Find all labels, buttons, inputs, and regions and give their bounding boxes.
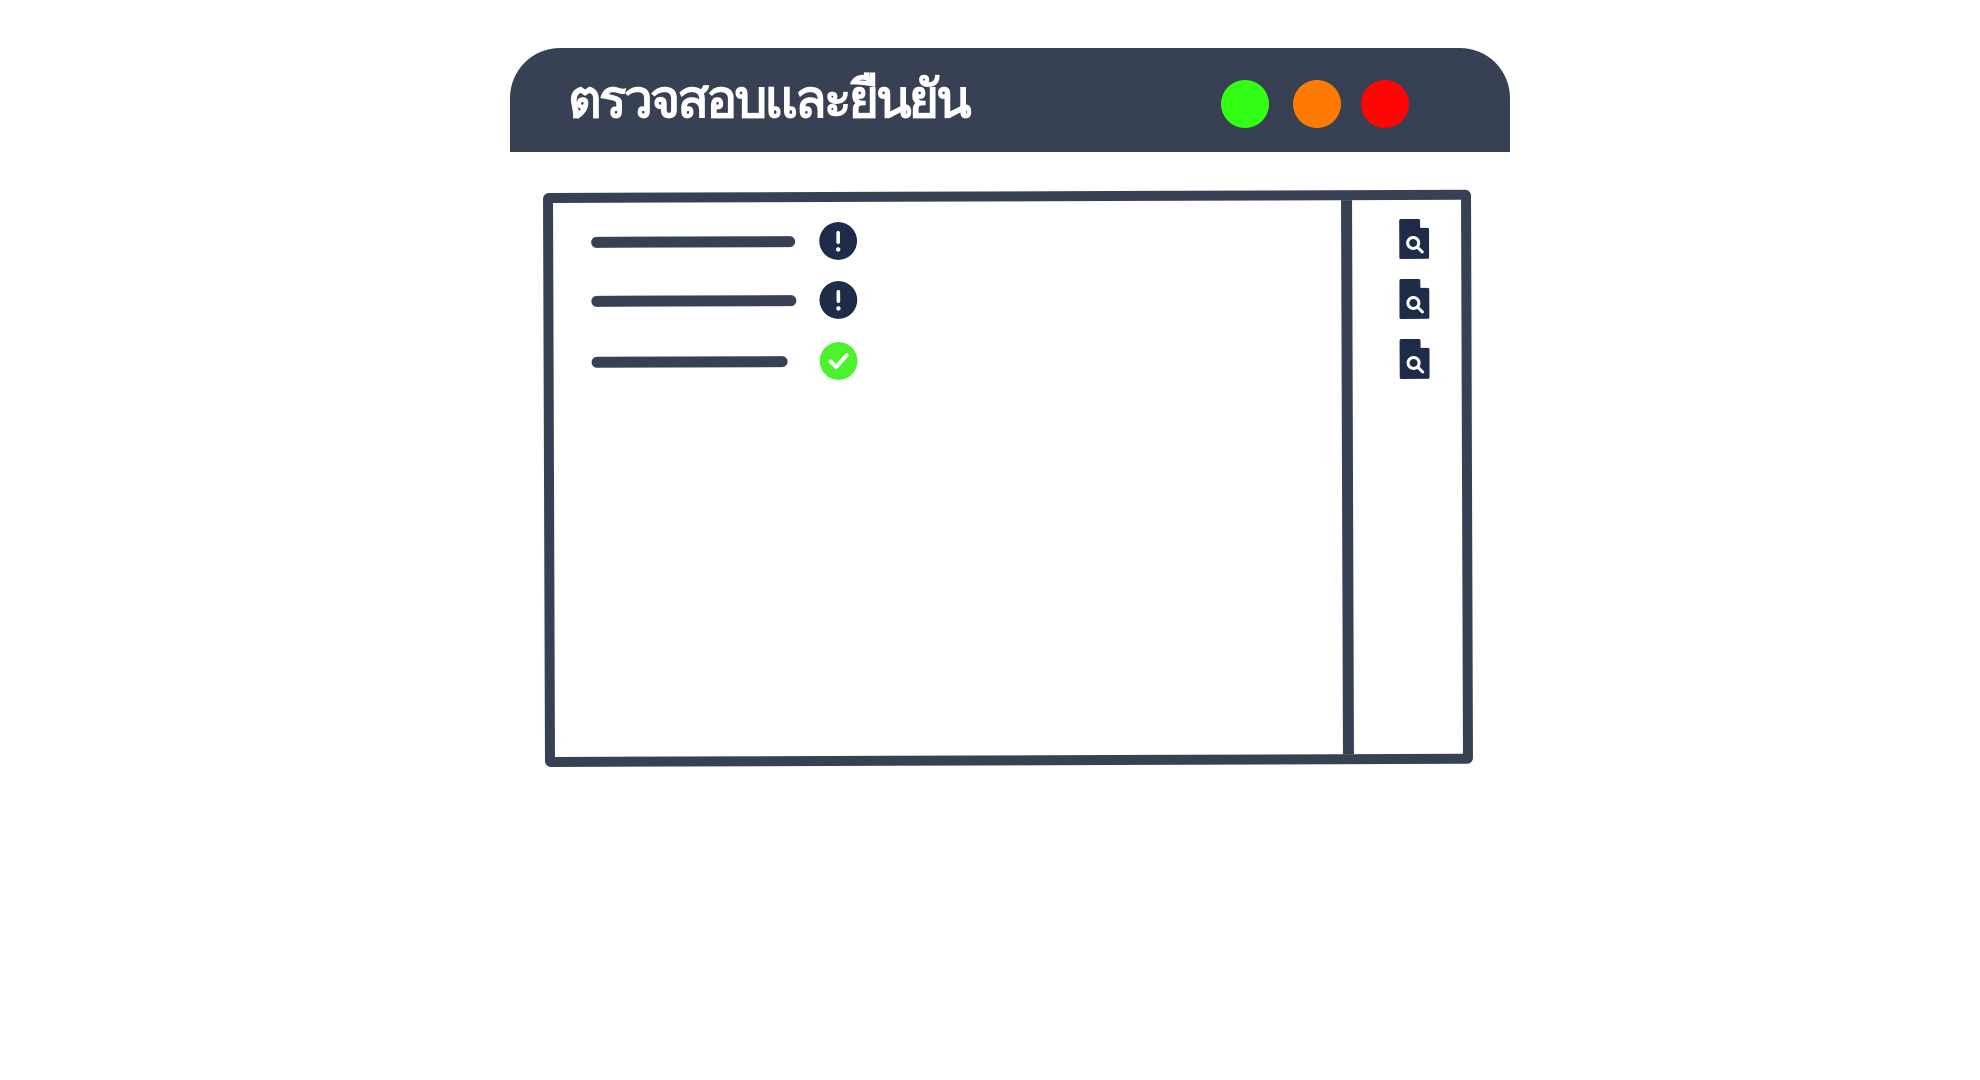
document-search-icon[interactable] bbox=[1399, 218, 1430, 260]
check-circle-icon bbox=[819, 341, 858, 380]
exclamation-circle-icon bbox=[819, 280, 858, 319]
minimize-button[interactable] bbox=[1293, 80, 1341, 128]
window-titlebar: ตรวจสอบและยืนยัน bbox=[510, 48, 1510, 152]
document-search-icon[interactable] bbox=[1399, 278, 1430, 320]
exclamation-circle-icon bbox=[819, 221, 858, 260]
content-panel bbox=[543, 189, 1473, 767]
list-item-text-placeholder bbox=[591, 236, 796, 248]
panel-divider bbox=[1341, 200, 1354, 755]
maximize-button[interactable] bbox=[1221, 80, 1269, 128]
document-search-icon[interactable] bbox=[1399, 338, 1430, 380]
list-item-text-placeholder bbox=[591, 356, 788, 368]
list-item-text-placeholder bbox=[591, 295, 797, 307]
window-title: ตรวจสอบและยืนยัน bbox=[568, 70, 972, 130]
close-button[interactable] bbox=[1361, 80, 1409, 128]
